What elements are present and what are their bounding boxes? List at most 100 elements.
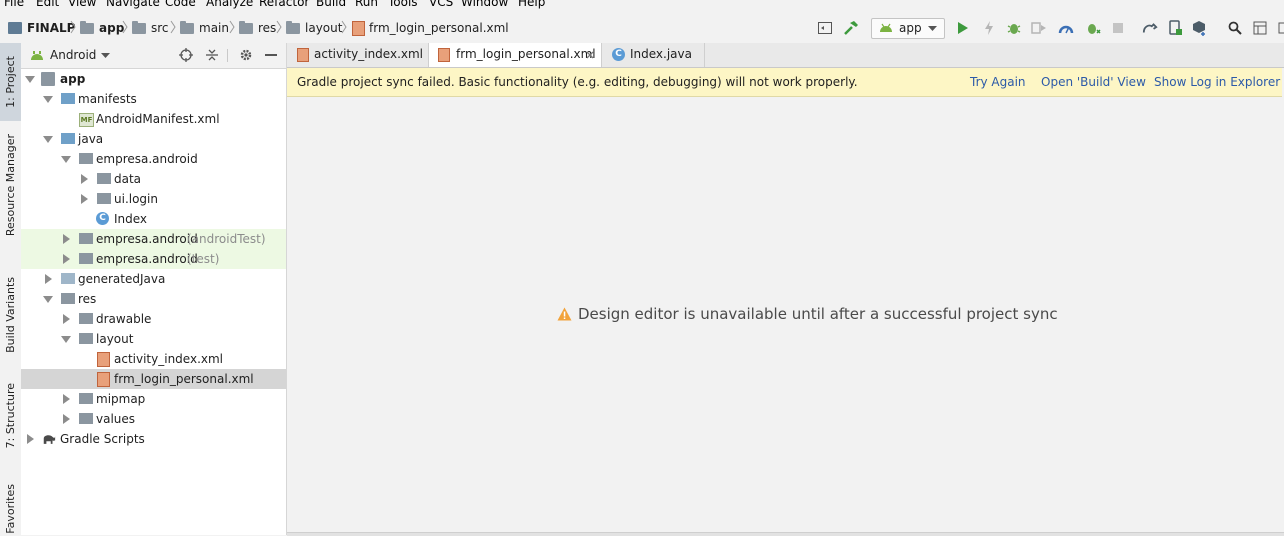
chevron-down-icon[interactable] [101,53,110,58]
sdk-manager-icon[interactable] [1192,20,1208,36]
collapsed-arrow-icon[interactable] [63,394,70,404]
layout-inspector-icon[interactable] [817,20,833,36]
collapse-all-icon[interactable] [205,48,219,62]
tree-item-index[interactable]: C Index [21,209,286,229]
menu-code[interactable]: Code [165,0,196,10]
folder-icon [79,393,93,404]
profiler-gauge-icon[interactable] [1058,20,1074,36]
tree-item-java[interactable]: java [21,129,286,149]
breadcrumb-res[interactable]: res [239,19,276,37]
expand-arrow-icon[interactable] [43,136,53,143]
project-tool-window: Android app manifests MF AndroidManifest… [21,43,287,535]
expand-arrow-icon[interactable] [61,336,71,343]
collapsed-arrow-icon[interactable] [27,434,34,444]
tree-item-activity-index-xml[interactable]: activity_index.xml [21,349,286,369]
avd-manager-icon[interactable] [1167,20,1183,36]
hammer-icon[interactable] [843,20,859,36]
project-view-selector[interactable]: Android [50,48,96,62]
project-panel-header: Android [21,43,286,69]
show-log-in-explorer-link[interactable]: Show Log in Explorer [1154,75,1280,89]
menu-analyze[interactable]: Analyze [206,0,253,10]
structure-icon[interactable] [1252,20,1268,36]
tool-tab-build-variants[interactable]: Build Variants [0,275,21,355]
collapsed-arrow-icon[interactable] [81,194,88,204]
minimize-icon[interactable] [265,54,277,56]
tree-item-package-android-test[interactable]: empresa.android (androidTest) [21,229,286,249]
debug-icon[interactable] [1006,20,1022,36]
menu-edit[interactable]: Edit [36,0,59,10]
menu-navigate[interactable]: Navigate [106,0,160,10]
android-icon [31,51,43,60]
breadcrumb-file[interactable]: frm_login_personal.xml [352,19,509,37]
tree-item-ui-login[interactable]: ui.login [21,189,286,209]
tab-activity-index-xml[interactable]: activity_index.xml [287,43,429,67]
tree-item-res[interactable]: res [21,289,286,309]
collapsed-arrow-icon[interactable] [63,234,70,244]
apply-changes-icon[interactable] [981,20,997,36]
tree-item-package-empresa-android[interactable]: empresa.android [21,149,286,169]
layout-file-icon [352,20,365,36]
tree-item-package-test[interactable]: empresa.android (test) [21,249,286,269]
collapsed-arrow-icon[interactable] [63,254,70,264]
menu-vcs[interactable]: VCS [429,0,453,10]
menu-file[interactable]: File [4,0,24,10]
collapsed-arrow-icon[interactable] [63,414,70,424]
tree-item-drawable[interactable]: drawable [21,309,286,329]
resource-folder-icon [239,20,253,34]
tree-item-mipmap[interactable]: mipmap [21,389,286,409]
chevron-right-icon [229,20,235,34]
package-icon [79,153,93,164]
menu-window[interactable]: Window [461,0,508,10]
tool-tab-resource-manager[interactable]: Resource Manager [0,134,21,236]
expand-arrow-icon[interactable] [43,96,53,103]
breadcrumb-app[interactable]: app [80,19,124,37]
attach-debugger-icon[interactable] [1085,20,1101,36]
locate-target-icon[interactable] [179,48,193,62]
menu-view[interactable]: View [68,0,96,10]
breadcrumb-main[interactable]: main [180,19,229,37]
breadcrumb-layout[interactable]: layout [286,19,342,37]
menu-tools[interactable]: Tools [388,0,418,10]
menu-build[interactable]: Build [316,0,346,10]
menu-help[interactable]: Help [518,0,545,10]
try-again-link[interactable]: Try Again [970,75,1026,89]
tree-item-frm-login-personal-xml[interactable]: frm_login_personal.xml [21,369,286,389]
tree-item-values[interactable]: values [21,409,286,429]
tree-item-generated-java[interactable]: generatedJava [21,269,286,289]
profile-icon[interactable] [1031,20,1047,36]
collapsed-arrow-icon[interactable] [63,314,70,324]
breadcrumb-project[interactable]: FINALP [8,19,75,37]
folder-icon [79,413,93,424]
tree-item-layout[interactable]: layout [21,329,286,349]
stop-icon[interactable] [1110,20,1126,36]
tool-tab-project[interactable]: 1: Project [0,43,21,121]
search-icon[interactable] [1227,20,1243,36]
expand-arrow-icon[interactable] [43,296,53,303]
breadcrumb-src[interactable]: src [132,19,169,37]
tree-item-manifests[interactable]: manifests [21,89,286,109]
more-icon[interactable] [1274,20,1284,36]
package-icon [79,233,93,244]
tree-item-gradle-scripts[interactable]: Gradle Scripts [21,429,286,449]
run-icon[interactable] [955,20,971,36]
tool-tab-favorites[interactable]: Favorites [0,484,21,534]
run-configuration-dropdown[interactable]: app [871,18,945,39]
tree-item-app[interactable]: app [21,69,286,89]
expand-arrow-icon[interactable] [61,156,71,163]
close-icon[interactable] [586,51,594,59]
tree-item-androidmanifest[interactable]: MF AndroidManifest.xml [21,109,286,129]
gear-icon[interactable] [239,48,253,62]
manifest-file-icon: MF [79,113,94,127]
collapsed-arrow-icon[interactable] [45,274,52,284]
sync-gradle-icon[interactable] [1142,20,1158,36]
menu-run[interactable]: Run [355,0,378,10]
layout-file-icon [438,48,450,62]
menu-refactor[interactable]: Refactor [259,0,309,10]
tool-tab-structure[interactable]: 7: Structure [0,383,21,448]
tree-item-data[interactable]: data [21,169,286,189]
collapsed-arrow-icon[interactable] [81,174,88,184]
open-build-view-link[interactable]: Open 'Build' View [1041,75,1146,89]
tab-frm-login-personal-xml[interactable]: frm_login_personal.xml [429,43,602,67]
expand-arrow-icon[interactable] [25,76,35,83]
tab-index-java[interactable]: C Index.java [602,43,705,67]
